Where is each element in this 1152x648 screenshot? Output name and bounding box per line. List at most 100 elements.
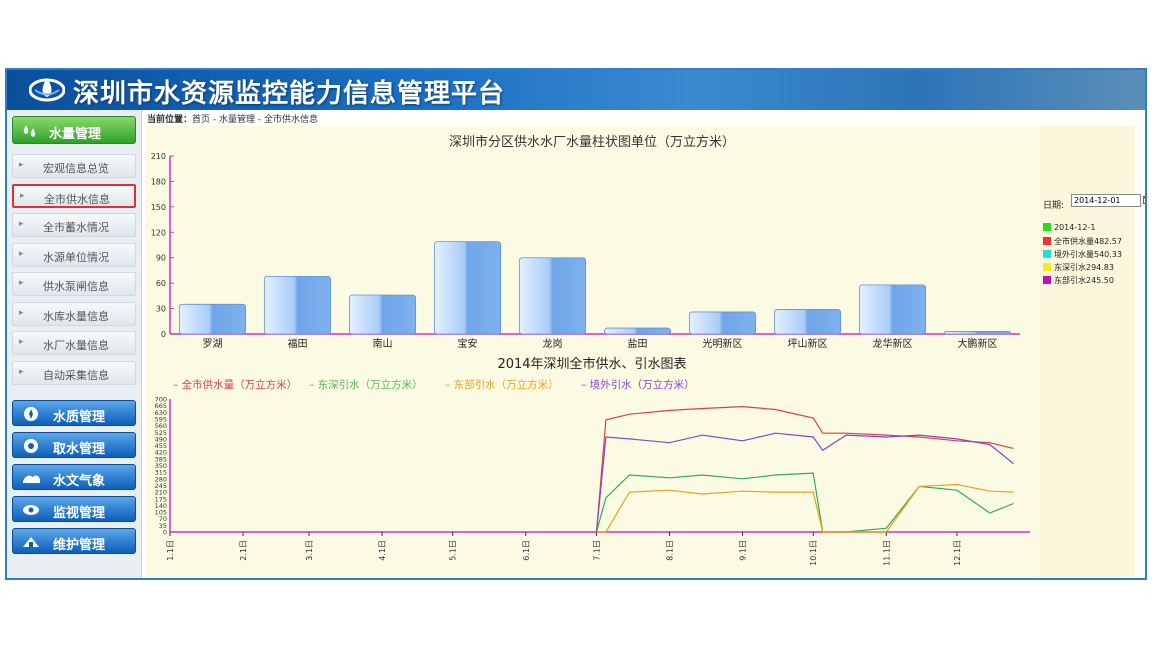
line-x-tick-label: 11.1日: [882, 540, 891, 566]
legend-label: 东深引水294.83: [1054, 263, 1114, 272]
bar-category-label: 福田: [288, 337, 308, 350]
legend-swatch: [1043, 223, 1051, 231]
bar-4[interactable]: [518, 257, 587, 335]
chevron-right-icon: ▸: [19, 278, 24, 288]
bar-y-tick-label: 210: [151, 152, 166, 161]
bar-7[interactable]: [773, 309, 842, 335]
weather-icon: [23, 475, 40, 483]
sidebar-item-label: 全市蓄水情况: [43, 221, 109, 234]
line-x-tick-label: 8.1日: [666, 540, 675, 561]
bar-category-label: 宝安: [458, 337, 478, 350]
sidebar-item-3[interactable]: ▸ 水源单位情况: [12, 242, 136, 267]
bar-6[interactable]: [688, 311, 757, 335]
breadcrumb-path: 首页 - 水量管理 - 全市供水信息: [192, 115, 318, 125]
chevron-right-icon: ▸: [19, 366, 24, 377]
main-content: 深圳市分区供水水厂水量柱状图单位（万立方米） 0 30 60 90 120 150 180 21…: [145, 126, 1145, 578]
bar-y-tick-label: 180: [151, 177, 166, 186]
bar-y-tick-label: 0: [161, 330, 166, 339]
bar-category-label: 龙华新区: [873, 337, 913, 350]
sidebar-item-7[interactable]: ▸ 自动采集信息: [12, 360, 136, 385]
line-series-2: [596, 483, 1014, 533]
water-intake-icon: [24, 439, 38, 453]
legend-item: 东深引水294.83: [1043, 262, 1114, 273]
sidebar-item-label: 宏观信息总览: [43, 162, 109, 175]
bar-5[interactable]: [603, 327, 672, 335]
line-legend-item: – 境外引水（万立方米）: [581, 378, 695, 391]
line-x-tick-label: 6.1日: [522, 540, 531, 561]
bar-1[interactable]: [263, 275, 332, 335]
sidebar-item-6[interactable]: ▸ 水厂水量信息: [12, 331, 136, 355]
legend-swatch: [1043, 263, 1051, 271]
breadcrumb: 当前位置：首页 - 水量管理 - 全市供水信息: [147, 112, 318, 125]
legend-swatch: [1043, 250, 1051, 258]
bar-3[interactable]: [433, 241, 502, 335]
sidebar-group-water-volume[interactable]: 水量管理: [12, 116, 136, 144]
sidebar-item-1[interactable]: ▸ 全市供水信息: [12, 183, 136, 208]
sidebar-group-label: 水文气象: [53, 474, 106, 489]
sidebar-group-label: 取水管理: [53, 442, 106, 457]
legend-label: 东部引水245.50: [1054, 276, 1114, 285]
bar-chart-title: 深圳市分区供水水厂水量柱状图单位（万立方米）: [449, 134, 735, 150]
sidebar-group-label: 水质管理: [53, 410, 106, 425]
line-x-tick-label: 1.1日: [166, 540, 175, 561]
water-drops-icon: [23, 125, 36, 137]
line-x-tick-label: 7.1日: [592, 540, 601, 561]
legend-item: 东部引水245.50: [1043, 275, 1114, 286]
sidebar-item-label: 水源单位情况: [43, 250, 109, 264]
bar-8[interactable]: [858, 284, 927, 335]
bar-y-tick-label: 60: [156, 279, 166, 288]
line-legend-item: – 东部引水（万立方米）: [445, 378, 559, 391]
app-window: 深圳市水资源监控能力信息管理平台 水量管理 ▸ 宏观信息总览 ▸ 全市供水信息 ▸ 全市蓄…: [5, 68, 1147, 580]
sidebar-item-label: 水厂水量信息: [43, 339, 109, 352]
maintenance-icon: [23, 537, 39, 547]
line-chart: 2014年深圳全市供水、引水图表 – 全市供水量（万立方米） – 东深引水（万立方米…: [155, 356, 1030, 566]
date-label: 日期:: [1043, 201, 1065, 211]
sidebar-item-label: 自动采集信息: [43, 368, 109, 382]
bar-category-label: 南山: [373, 337, 393, 350]
bar-y-tick-label: 120: [151, 228, 166, 237]
line-x-tick-label: 2.1日: [239, 540, 248, 561]
chevron-right-icon: ▸: [19, 307, 24, 318]
legend-item: 境外引水量540.33: [1043, 249, 1122, 260]
sidebar-group-label: 监视管理: [53, 506, 106, 521]
sidebar-item-0[interactable]: ▸ 宏观信息总览: [12, 154, 136, 178]
sidebar-item-2[interactable]: ▸ 全市蓄水情况: [12, 213, 136, 237]
line-x-tick-label: 10.1日: [809, 540, 818, 566]
breadcrumb-label: 当前位置：: [147, 115, 193, 125]
sidebar-item-4[interactable]: ▸ 供水泵闸信息: [12, 272, 136, 296]
line-x-tick-label: 3.1日: [305, 540, 314, 561]
legend-label: 2014-12-1: [1054, 223, 1096, 232]
sidebar-group-3[interactable]: 监视管理: [12, 496, 136, 522]
line-series-3: [595, 432, 1014, 533]
sidebar-group-0[interactable]: 水质管理: [12, 400, 136, 426]
sidebar-group-1[interactable]: 取水管理: [12, 432, 136, 458]
line-series-1: [595, 472, 1014, 533]
app-title: 深圳市水资源监控能力信息管理平台: [73, 79, 506, 109]
sidebar-item-5[interactable]: ▸ 水库水量信息: [12, 301, 136, 326]
bar-category-label: 盐田: [628, 337, 648, 350]
sidebar: 水量管理 ▸ 宏观信息总览 ▸ 全市供水信息 ▸ 全市蓄水情况 ▸ 水源单位情况 ▸ 供水泵闸信息…: [7, 110, 142, 578]
bar-2[interactable]: [348, 294, 417, 335]
bar-category-label: 大鹏新区: [958, 337, 998, 350]
bar-category-label: 光明新区: [703, 337, 743, 350]
bar-9[interactable]: [943, 331, 1012, 335]
sidebar-item-label: 水库水量信息: [43, 309, 109, 323]
date-input[interactable]: 2014-12-01: [1071, 194, 1141, 207]
chevron-right-icon: ▸: [19, 160, 24, 170]
line-series-0: [595, 405, 1014, 533]
bar-y-tick-label: 30: [156, 305, 166, 314]
chevron-right-icon: ▸: [19, 248, 24, 259]
bar-category-label: 罗湖: [203, 338, 223, 350]
chevron-right-icon: ▸: [20, 190, 25, 201]
bar-0[interactable]: [178, 303, 247, 335]
chevron-right-icon: ▸: [19, 337, 24, 347]
water-logo-icon: [29, 78, 65, 102]
water-quality-icon: [24, 407, 38, 421]
bar-y-tick-label: 150: [151, 203, 166, 212]
sidebar-group-2[interactable]: 水文气象: [12, 464, 136, 490]
chevron-right-icon: ▸: [19, 219, 24, 229]
bar-category-label: 坪山新区: [788, 337, 828, 350]
sidebar-group-4[interactable]: 维护管理: [12, 528, 136, 554]
sidebar-item-label: 全市供水信息: [44, 192, 110, 206]
calendar-icon[interactable]: [1143, 195, 1147, 204]
